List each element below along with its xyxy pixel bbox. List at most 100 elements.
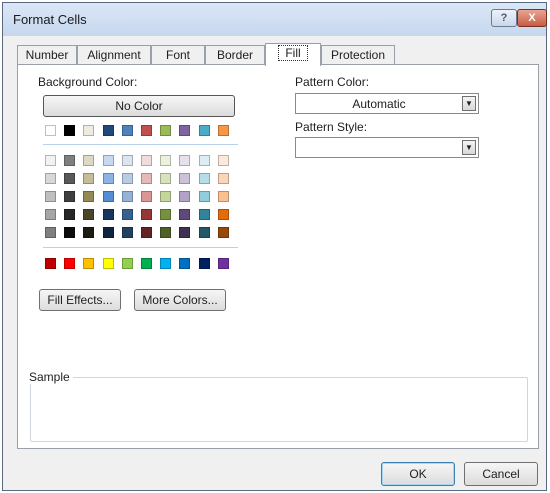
color-swatch[interactable] (179, 125, 190, 136)
pattern-style-dropdown[interactable]: ▼ (295, 137, 479, 158)
color-swatch[interactable] (83, 191, 94, 202)
color-swatch[interactable] (64, 227, 75, 238)
color-swatch[interactable] (83, 209, 94, 220)
tab-number[interactable]: Number (17, 45, 77, 65)
color-swatch[interactable] (103, 227, 114, 238)
color-swatch[interactable] (160, 209, 171, 220)
color-swatch[interactable] (141, 155, 152, 166)
color-swatch[interactable] (199, 155, 210, 166)
color-swatch[interactable] (83, 155, 94, 166)
color-swatch[interactable] (218, 155, 229, 166)
color-swatch[interactable] (83, 125, 94, 136)
color-swatch[interactable] (179, 155, 190, 166)
more-colors-button[interactable]: More Colors... (134, 289, 226, 311)
color-swatch[interactable] (122, 209, 133, 220)
color-swatch[interactable] (141, 125, 152, 136)
title-bar[interactable]: Format Cells ? X (3, 3, 547, 36)
color-swatch[interactable] (199, 125, 210, 136)
color-swatch[interactable] (218, 209, 229, 220)
color-swatch[interactable] (141, 173, 152, 184)
color-swatch[interactable] (160, 125, 171, 136)
color-swatch[interactable] (64, 209, 75, 220)
color-swatch[interactable] (45, 191, 56, 202)
color-swatch[interactable] (141, 191, 152, 202)
color-swatch[interactable] (160, 155, 171, 166)
color-swatch[interactable] (45, 173, 56, 184)
pattern-color-dropdown[interactable]: Automatic ▼ (295, 93, 479, 114)
color-swatch[interactable] (122, 227, 133, 238)
pattern-color-label: Pattern Color: (295, 75, 370, 89)
sample-preview-box (30, 377, 528, 442)
color-swatch[interactable] (83, 227, 94, 238)
standard-color-swatch[interactable] (179, 258, 190, 269)
color-swatch[interactable] (179, 191, 190, 202)
color-swatch[interactable] (122, 125, 133, 136)
standard-color-swatch[interactable] (83, 258, 94, 269)
color-swatch[interactable] (199, 209, 210, 220)
color-swatch[interactable] (160, 227, 171, 238)
standard-color-swatch[interactable] (64, 258, 75, 269)
standard-color-swatch[interactable] (122, 258, 133, 269)
tab-protection-label: Protection (330, 48, 386, 62)
tab-number-label: Number (25, 48, 69, 62)
color-swatch[interactable] (64, 191, 75, 202)
color-swatch[interactable] (45, 227, 56, 238)
standard-color-swatch[interactable] (160, 258, 171, 269)
color-swatch[interactable] (160, 191, 171, 202)
color-swatch[interactable] (45, 209, 56, 220)
fill-effects-button[interactable]: Fill Effects... (39, 289, 121, 311)
color-swatch[interactable] (179, 227, 190, 238)
standard-color-swatch[interactable] (45, 258, 56, 269)
tab-fill[interactable]: Fill (265, 43, 321, 66)
tab-alignment[interactable]: Alignment (77, 45, 151, 65)
standard-color-swatch[interactable] (218, 258, 229, 269)
color-swatch[interactable] (199, 173, 210, 184)
color-swatch[interactable] (64, 173, 75, 184)
ok-button[interactable]: OK (381, 462, 455, 486)
color-swatch[interactable] (179, 173, 190, 184)
tab-alignment-label: Alignment (87, 48, 141, 62)
close-button[interactable]: X (517, 9, 547, 27)
no-color-button[interactable]: No Color (43, 95, 235, 117)
color-swatch[interactable] (141, 227, 152, 238)
color-swatch[interactable] (141, 209, 152, 220)
color-swatch[interactable] (103, 155, 114, 166)
tab-fill-label: Fill (278, 45, 308, 61)
tab-border-label: Border (216, 48, 254, 62)
color-swatch[interactable] (218, 227, 229, 238)
color-swatch[interactable] (103, 209, 114, 220)
standard-color-swatch[interactable] (199, 258, 210, 269)
chevron-down-icon[interactable]: ▼ (462, 140, 476, 155)
tab-font[interactable]: Font (151, 45, 205, 65)
color-swatch[interactable] (160, 173, 171, 184)
tab-font-label: Font (165, 48, 190, 62)
color-swatch[interactable] (218, 173, 229, 184)
standard-color-swatch[interactable] (141, 258, 152, 269)
color-swatch[interactable] (122, 191, 133, 202)
chevron-down-icon[interactable]: ▼ (462, 96, 476, 111)
color-swatch[interactable] (83, 173, 94, 184)
color-swatch[interactable] (199, 227, 210, 238)
color-swatch[interactable] (122, 155, 133, 166)
palette-separator (43, 247, 238, 248)
tab-border[interactable]: Border (205, 45, 265, 65)
color-swatch[interactable] (103, 173, 114, 184)
color-swatch[interactable] (179, 209, 190, 220)
pattern-color-value: Automatic (352, 97, 406, 111)
color-swatch[interactable] (103, 125, 114, 136)
color-swatch[interactable] (45, 125, 56, 136)
color-swatch[interactable] (64, 155, 75, 166)
color-swatch[interactable] (64, 125, 75, 136)
color-swatch[interactable] (218, 125, 229, 136)
color-swatch[interactable] (103, 191, 114, 202)
dialog-title: Format Cells (13, 12, 87, 27)
cancel-button[interactable]: Cancel (464, 462, 538, 486)
tab-protection[interactable]: Protection (321, 45, 395, 65)
color-swatch[interactable] (199, 191, 210, 202)
background-color-label: Background Color: (38, 75, 138, 89)
standard-color-swatch[interactable] (103, 258, 114, 269)
color-swatch[interactable] (218, 191, 229, 202)
color-swatch[interactable] (122, 173, 133, 184)
color-swatch[interactable] (45, 155, 56, 166)
help-button[interactable]: ? (491, 9, 517, 27)
